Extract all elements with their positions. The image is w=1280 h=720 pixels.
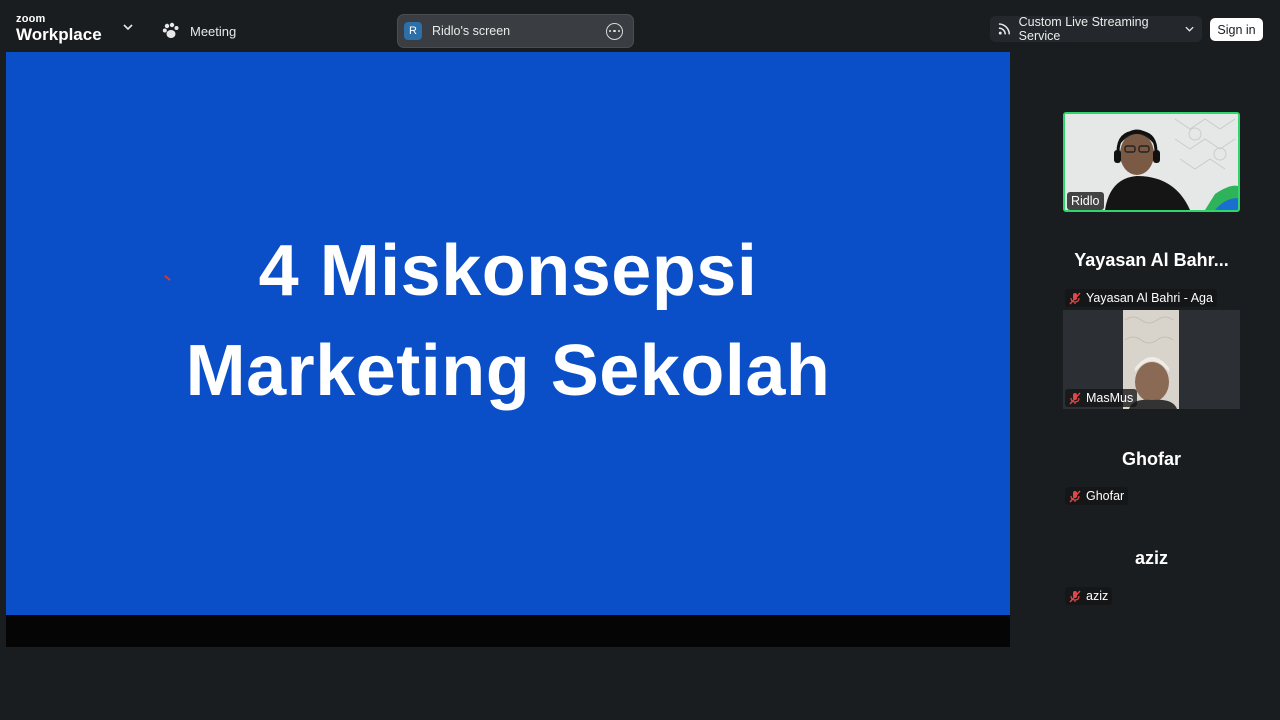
brand-big: Workplace: [16, 25, 102, 44]
slide-title-line2: Marketing Sekolah: [185, 331, 831, 411]
participant-display-name: Ghofar: [1121, 449, 1181, 469]
participant-tile-masmus[interactable]: MasMus: [1063, 310, 1240, 409]
participant-name-tag[interactable]: Ghofar: [1065, 487, 1129, 505]
more-options-icon[interactable]: [606, 22, 623, 40]
mic-muted-icon: [1069, 590, 1081, 602]
screen-share-pill[interactable]: R Ridlo's screen: [397, 14, 634, 48]
participant-display-name: Yayasan Al Bahr...: [1074, 250, 1229, 270]
meeting-info[interactable]: Meeting: [162, 20, 236, 42]
stream-label: Custom Live Streaming Service: [1018, 15, 1149, 43]
brand-small: zoom: [16, 13, 46, 25]
mic-muted-icon: [1069, 490, 1081, 502]
participant-name: MasMus: [1086, 391, 1134, 405]
participant-name-tag: MasMus: [1065, 389, 1138, 407]
meeting-label: Meeting: [190, 23, 237, 39]
rss-icon: [998, 23, 1011, 35]
slide-title-line1: 4 Miskonsepsi: [258, 231, 758, 311]
sign-in-button[interactable]: Sign in: [1210, 18, 1263, 41]
chevron-down-icon: [1185, 26, 1194, 32]
participant-name: aziz: [1086, 589, 1109, 603]
paw-icon: [162, 22, 179, 38]
participant-name: Ghofar: [1086, 489, 1125, 503]
participant-display-name: aziz: [1134, 548, 1168, 568]
participant-name-tag[interactable]: Yayasan Al Bahri - Aga: [1065, 289, 1217, 307]
participant-tile-ridlo[interactable]: Ridlo: [1063, 112, 1240, 212]
top-bar: zoom Workplace Meeting R Ridlo's screen …: [0, 0, 1280, 52]
mic-muted-icon: [1069, 392, 1081, 404]
chevron-down-icon[interactable]: [122, 22, 134, 32]
participant-name: Yayasan Al Bahri - Aga: [1086, 291, 1213, 305]
screen-share-label: Ridlo's screen: [432, 24, 511, 38]
participant-name-tag[interactable]: aziz: [1065, 587, 1113, 605]
participant-name-tag: Ridlo: [1067, 192, 1104, 210]
live-stream-dropdown[interactable]: Custom Live Streaming Service: [990, 15, 1202, 43]
sharer-avatar: R: [404, 22, 422, 40]
shared-screen-bottom-bar: [6, 615, 1010, 647]
participant-name: Ridlo: [1071, 194, 1100, 208]
zoom-workplace-logo[interactable]: zoom Workplace: [16, 13, 102, 44]
shared-screen: 4 Miskonsepsi Marketing Sekolah: [6, 52, 1010, 615]
mic-muted-icon: [1069, 292, 1081, 304]
